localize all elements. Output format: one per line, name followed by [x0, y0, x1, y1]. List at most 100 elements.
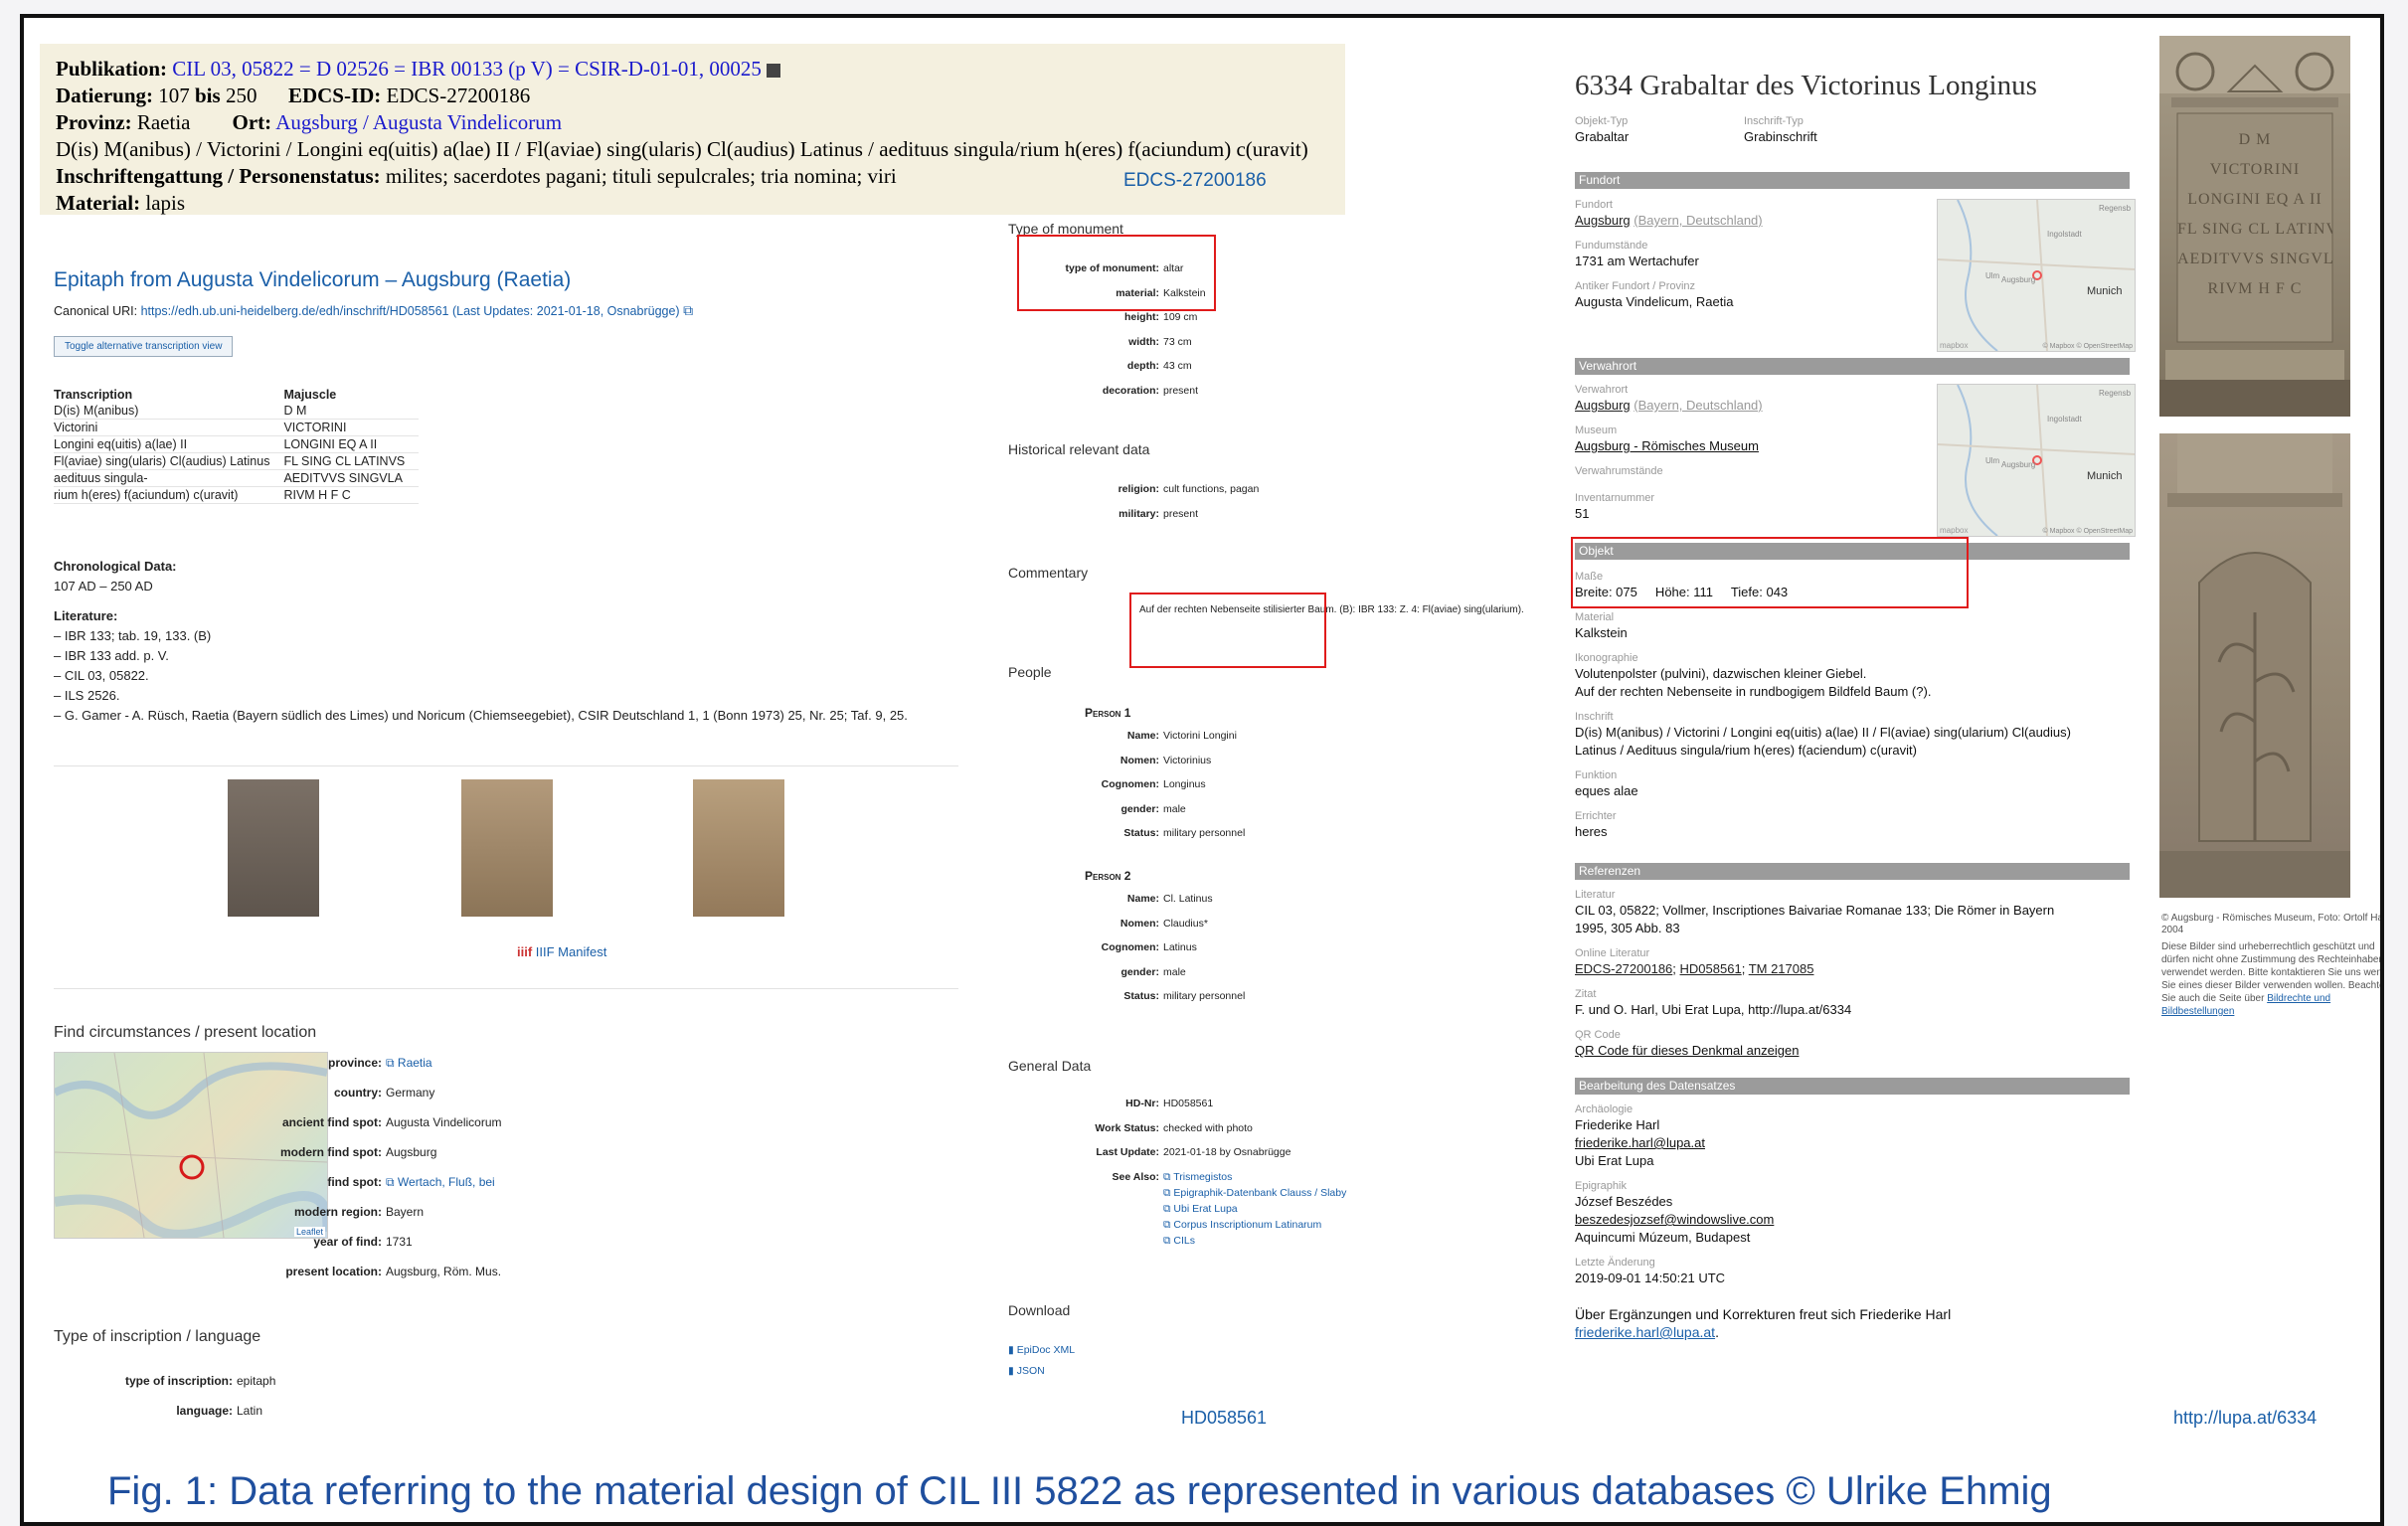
copy-icon[interactable]: ⧉ [683, 302, 693, 318]
majuscle-cell: D M [283, 403, 420, 420]
kv-value: 2021-01-18 by Osnabrügge [1163, 1146, 1291, 1158]
kv-key: HD-Nr: [1125, 1098, 1159, 1109]
kv-value: present [1163, 507, 1199, 520]
toggle-transcription-button[interactable]: Toggle alternative transcription view [54, 336, 234, 357]
iiif-manifest-link[interactable]: iiif IIIF Manifest [517, 944, 606, 959]
objekttyp-label: Objekt-Typ [1575, 115, 1629, 127]
thanks-mail[interactable]: friederike.harl@lupa.at [1575, 1324, 1715, 1340]
kv-key: province: [327, 1056, 382, 1070]
table-row: Victorini VICTORINI [54, 419, 420, 436]
kv-value: Augusta Vindelicorum [386, 1115, 502, 1129]
kv-value: Victorini Longini [1163, 730, 1237, 742]
fundort-sub[interactable]: (Bayern, Deutschland) [1634, 213, 1762, 228]
epi-2[interactable]: beszedesjozsef@windowslive.com [1575, 1212, 1774, 1227]
kv-row: Status: military personnel [960, 990, 1245, 1002]
edh-uri-suffix: (Last Updates: 2021-01-18, Osnabrügge) [451, 304, 680, 318]
external-link-icon[interactable]: ⧉ [386, 1175, 398, 1189]
online-link-edcs[interactable]: EDCS-27200186 [1575, 961, 1672, 976]
kv-link[interactable]: Raetia [398, 1056, 432, 1070]
thumb-photo-1[interactable] [228, 779, 319, 917]
edcs-mat-value: lapis [145, 191, 186, 215]
edcs-link[interactable]: EDCS-27200186 [1123, 167, 1267, 194]
see-also-link[interactable]: ⧉ CILs [1163, 1235, 1195, 1248]
literature-item: – IBR 133; tab. 19, 133. (B) [54, 628, 212, 643]
fundort-label: Fundort [1575, 199, 1613, 211]
kv-row: modern find spot: Augsburg [133, 1137, 502, 1167]
museum-link[interactable]: Augsburg - Römisches Museum [1575, 438, 1759, 453]
kv-row: country: Germany [133, 1078, 502, 1107]
photo-icon[interactable] [767, 64, 781, 79]
download-link[interactable]: ▮ JSON [1008, 1365, 1045, 1377]
verwahrort-link[interactable]: Augsburg [1575, 398, 1631, 413]
see-also-link[interactable]: ⧉ Ubi Erat Lupa [1163, 1203, 1238, 1216]
kv-value: male [1163, 802, 1186, 815]
kv-key: Cognomen: [1101, 941, 1159, 953]
epi-1: József Beszédes [1575, 1194, 1673, 1209]
see-also-link[interactable]: ⧉ Corpus Inscriptionum Latinarum [1163, 1219, 1321, 1232]
stone-line: D M [2238, 131, 2272, 148]
map-city-label: Ulm [1985, 456, 2000, 465]
edcs-ort-label: Ort: [232, 110, 272, 134]
figure-caption: Fig. 1: Data referring to the material d… [107, 1469, 2052, 1513]
external-link-icon[interactable]: ⧉ [1163, 1219, 1173, 1231]
kv-key: country: [334, 1086, 382, 1100]
kv-row: gender: male [960, 965, 1186, 978]
kv-key: width: [1128, 335, 1159, 348]
hd-link[interactable]: HD058561 [1181, 1408, 1267, 1429]
kv-key: Status: [1123, 990, 1159, 1002]
kv-key: height: [1124, 311, 1159, 323]
kv-key: depth: [1126, 360, 1159, 372]
lupa-link[interactable]: http://lupa.at/6334 [2173, 1408, 2317, 1429]
thumb-photo-2[interactable] [461, 779, 553, 917]
fundort-map[interactable]: Regensb Ingolstadt Ulm Augsburg Munich © Mapb… [1937, 199, 2136, 352]
download-link[interactable]: ▮ EpiDoc XML [1008, 1344, 1075, 1356]
online-label: Online Literatur [1575, 947, 1650, 959]
verwahrort-sub[interactable]: (Bayern, Deutschland) [1634, 398, 1762, 413]
online-link-tm[interactable]: TM 217085 [1749, 961, 1814, 976]
kv-row: type of inscription: epitaph [24, 1366, 275, 1396]
altar-side-photo[interactable] [2159, 433, 2350, 898]
fundort-link[interactable]: Augsburg [1575, 213, 1631, 228]
antik-label: Antiker Fundort / Provinz [1575, 280, 1696, 292]
kv-row: Status: military personnel [960, 827, 1245, 839]
kv-value: Germany [386, 1086, 435, 1100]
table-row: Longini eq(uitis) a(lae) II LONGINI EQ A … [54, 435, 420, 453]
edcs-id-value: EDCS-27200186 [386, 84, 531, 107]
external-link-icon[interactable]: ⧉ [1163, 1203, 1173, 1215]
kv-link[interactable]: Wertach, Fluß, bei [398, 1175, 495, 1189]
edcs-dat-label: Datierung: [56, 84, 153, 107]
kv-value: male [1163, 965, 1186, 978]
qr-link[interactable]: QR Code für dieses Denkmal anzeigen [1575, 1043, 1799, 1058]
majuscle-cell: LONGINI EQ A II [283, 435, 420, 453]
external-link-icon[interactable]: ⧉ [1163, 1187, 1173, 1199]
verwahrort-map[interactable]: Regensb Ingolstadt Ulm Augsburg Munich © Mapb… [1937, 384, 2136, 537]
edcs-dat-bis: bis [195, 84, 221, 107]
edh-uri-link[interactable]: https://edh.ub.uni-heidelberg.de/edh/ins… [141, 304, 449, 318]
external-link-icon[interactable]: ⧉ [1163, 1171, 1173, 1183]
external-link-icon[interactable]: ⧉ [386, 1056, 398, 1070]
majuscle-cell: AEDITVVS SINGVLA [283, 469, 420, 487]
general-title: General Data [1008, 1058, 1092, 1074]
transcription-table: Transcription Majuscle D(is) M(anibus) D … [54, 388, 420, 504]
kv-key: Work Status: [1095, 1121, 1159, 1134]
see-also-link[interactable]: ⧉ Trismegistos [1163, 1171, 1232, 1184]
verwahrort-label: Verwahrort [1575, 384, 1629, 396]
external-link-icon[interactable]: ⧉ [1163, 1235, 1173, 1247]
arch-2[interactable]: friederike.harl@lupa.at [1575, 1135, 1705, 1150]
edcs-gattung-label: Inschriftengattung / Personenstatus: [56, 164, 381, 188]
altar-front-photo[interactable]: D M VICTORINI LONGINI EQ A II FL SING CL LA… [2159, 36, 2350, 417]
kv-row: gender: male [960, 802, 1186, 815]
map-city-label: Ingolstadt [2047, 415, 2082, 424]
thumb-photo-3[interactable] [693, 779, 784, 917]
kv-key: Nomen: [1119, 917, 1159, 930]
online-link-hd[interactable]: HD058561 [1680, 961, 1742, 976]
kv-key: Status: [1123, 827, 1159, 839]
see-also-link[interactable]: ⧉ Epigraphik-Datenbank Clauss / Slaby [1163, 1187, 1346, 1200]
kv-value: 109 cm [1163, 311, 1198, 323]
lit-label: Literature: [54, 608, 118, 623]
edcs-pub-value[interactable]: CIL 03, 05822 = D 02526 = IBR 00133 (p V… [172, 57, 762, 81]
edcs-ort-value[interactable]: Augsburg / Augusta Vindelicorum [275, 110, 562, 134]
zitat-label: Zitat [1575, 988, 1597, 1000]
transcription-cell: aedituus singula- [54, 469, 284, 487]
errichter-label: Errichter [1575, 810, 1617, 822]
